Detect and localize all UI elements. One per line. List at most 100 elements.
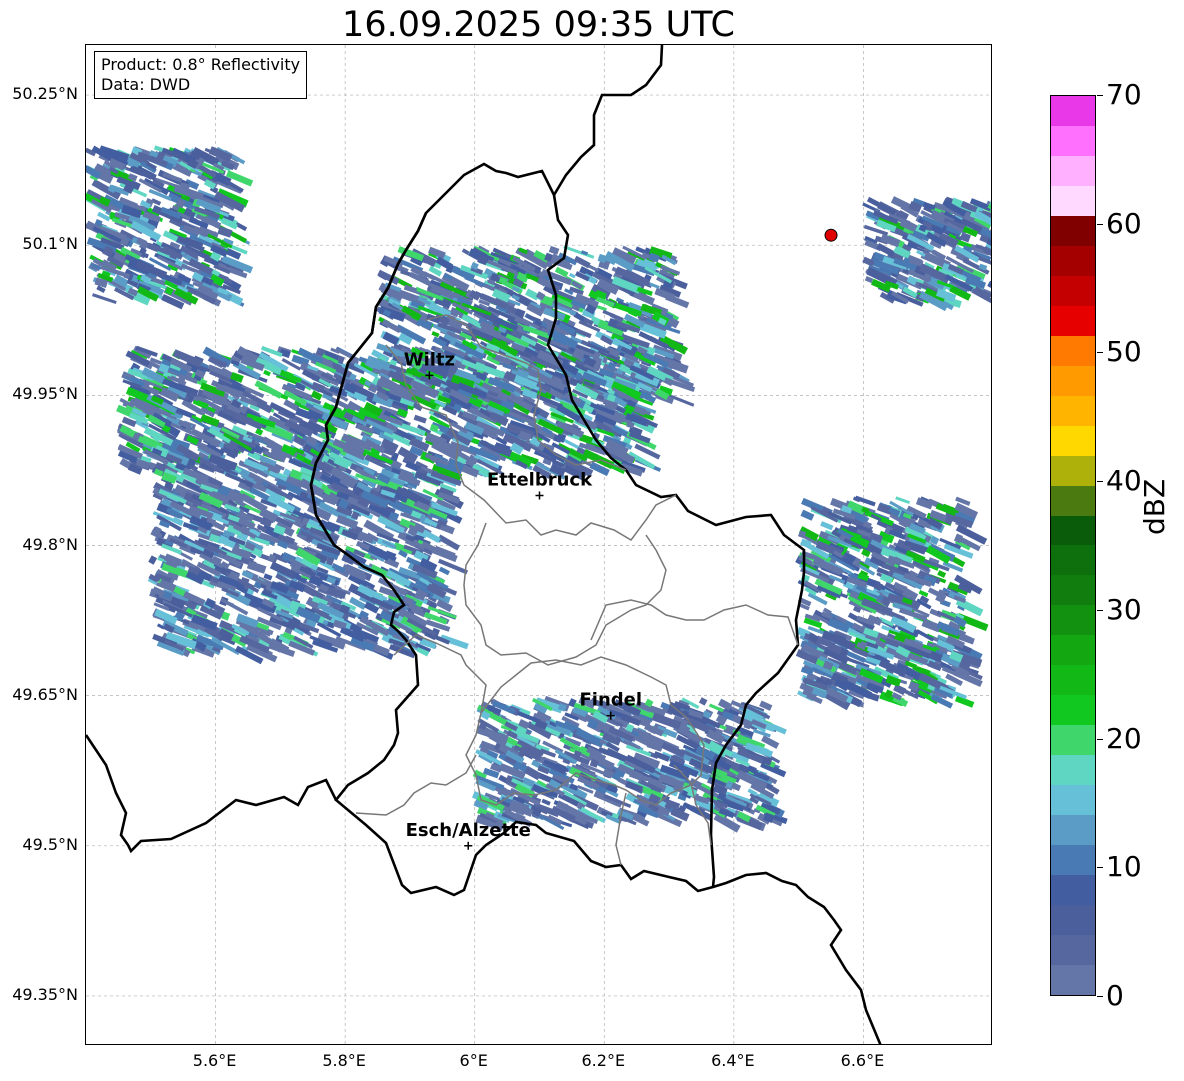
colorbar-segment	[1051, 335, 1095, 366]
lon-tick-label: 6°E	[459, 1051, 488, 1070]
map-title: 16.09.2025 09:35 UTC	[342, 5, 735, 45]
colorbar-segment	[1051, 425, 1095, 456]
colorbar-segment	[1051, 155, 1095, 186]
colorbar	[1050, 95, 1096, 996]
lat-tick-label: 49.65°N	[12, 684, 78, 704]
echo-cell	[666, 326, 681, 334]
echo-cell	[991, 206, 992, 217]
lat-tick-label: 49.95°N	[12, 384, 78, 404]
echo-northwest-band	[86, 145, 254, 310]
echo-cell	[895, 496, 911, 505]
colorbar-segment	[1051, 455, 1095, 486]
city-plus-icon	[535, 491, 544, 500]
colorbar-segment	[1051, 125, 1095, 156]
lat-tick-label: 49.5°N	[22, 834, 78, 854]
echo-north-central	[376, 245, 696, 412]
colorbar-tick	[1097, 95, 1103, 96]
echo-cell	[413, 414, 427, 424]
colorbar-tick-label: 30	[1106, 592, 1142, 626]
echo-cell	[541, 798, 551, 806]
city-marker: Ettelbruck	[487, 469, 593, 500]
colorbar-unit-label: dBZ	[1138, 478, 1171, 535]
colorbar-tick-label: 50	[1106, 335, 1142, 369]
echo-cell	[698, 697, 708, 706]
colorbar-segment	[1051, 965, 1095, 995]
colorbar-segment	[1051, 635, 1095, 666]
colorbar-tick-label: 0	[1106, 979, 1124, 1012]
echo-cell	[431, 331, 440, 338]
colorbar-segment	[1051, 395, 1095, 426]
colorbar-segment	[1051, 95, 1095, 126]
echo-southeast-streaks	[471, 695, 788, 833]
colorbar-segment	[1051, 785, 1095, 816]
echo-cell	[91, 293, 117, 305]
colorbar-segment	[1051, 905, 1095, 936]
colorbar-tick-label: 70	[1106, 78, 1142, 111]
national-border-southeast	[712, 871, 882, 1044]
national-border-north	[552, 45, 664, 196]
echo-cell	[217, 226, 233, 238]
colorbar-segment	[1051, 365, 1095, 396]
colorbar-segment	[1051, 275, 1095, 306]
city-plus-icon	[464, 841, 473, 850]
lon-tick-label: 6.6°E	[840, 1051, 885, 1070]
data-source-label: Data: DWD	[101, 75, 191, 94]
colorbar-segment	[1051, 485, 1095, 516]
colorbar-segment	[1051, 725, 1095, 756]
city-label: Findel	[579, 690, 642, 711]
colorbar-segment	[1051, 875, 1095, 906]
echo-cell	[649, 282, 660, 289]
colorbar-tick	[1097, 481, 1103, 483]
lon-tick-label: 6.2°E	[581, 1051, 626, 1070]
echo-southwest-tail	[147, 466, 469, 665]
colorbar-tick	[1097, 738, 1103, 740]
echo-east-cluster	[795, 495, 989, 711]
colorbar-segment	[1051, 545, 1095, 576]
echo-northeast-cluster	[862, 196, 992, 312]
lat-tick-label: 49.35°N	[12, 984, 78, 1004]
city-label: Wiltz	[404, 349, 455, 370]
colorbar-segment	[1051, 515, 1095, 546]
colorbar-segment	[1051, 215, 1095, 246]
product-info-box: Product: 0.8° Reflectivity Data: DWD	[94, 51, 308, 99]
echo-cell	[568, 272, 576, 279]
echo-cell	[937, 570, 947, 578]
radar-map: Wiltz Ettelbruck Findel Esch/Alzette	[85, 44, 992, 1045]
city-label: Ettelbruck	[487, 469, 593, 490]
lon-tick-label: 5.6°E	[192, 1051, 237, 1070]
echo-cell	[987, 280, 991, 292]
colorbar-segment	[1051, 665, 1095, 696]
lon-tick-label: 6.4°E	[711, 1051, 755, 1070]
lat-tick-label: 50.1°N	[22, 234, 78, 254]
colorbar-tick-label: 10	[1106, 850, 1142, 884]
colorbar-tick-label: 60	[1106, 206, 1142, 240]
colorbar-segment	[1051, 935, 1095, 966]
lat-tick-label: 49.8°N	[22, 534, 78, 554]
colorbar-segment	[1051, 605, 1095, 636]
lat-tick-label: 50.25°N	[12, 84, 78, 104]
national-border-southwest	[86, 734, 338, 854]
colorbar-segment	[1051, 815, 1095, 846]
colorbar-segment	[1051, 575, 1095, 606]
colorbar-segment	[1051, 245, 1095, 276]
colorbar-segment	[1051, 755, 1095, 786]
product-label: Product: 0.8° Reflectivity	[101, 55, 301, 74]
echo-cell	[382, 331, 400, 346]
city-label: Esch/Alzette	[406, 820, 531, 841]
colorbar-segment	[1051, 185, 1095, 216]
colorbar-tick-label: 20	[1106, 721, 1142, 755]
colorbar-tick	[1097, 609, 1103, 611]
colorbar-segment	[1051, 305, 1095, 336]
colorbar-tick	[1097, 223, 1103, 225]
radar-map-canvas: Wiltz Ettelbruck Findel Esch/Alzette	[86, 45, 992, 1044]
radar-site-marker	[824, 228, 838, 242]
echo-cell	[263, 369, 271, 377]
colorbar-tick	[1097, 996, 1103, 997]
echo-cell	[820, 521, 834, 531]
echo-cell	[548, 245, 560, 255]
lon-tick-label: 5.8°E	[322, 1051, 366, 1070]
echo-cell	[918, 589, 929, 598]
colorbar-segment	[1051, 845, 1095, 876]
colorbar-tick	[1097, 867, 1103, 869]
city-marker: Esch/Alzette	[406, 820, 531, 850]
